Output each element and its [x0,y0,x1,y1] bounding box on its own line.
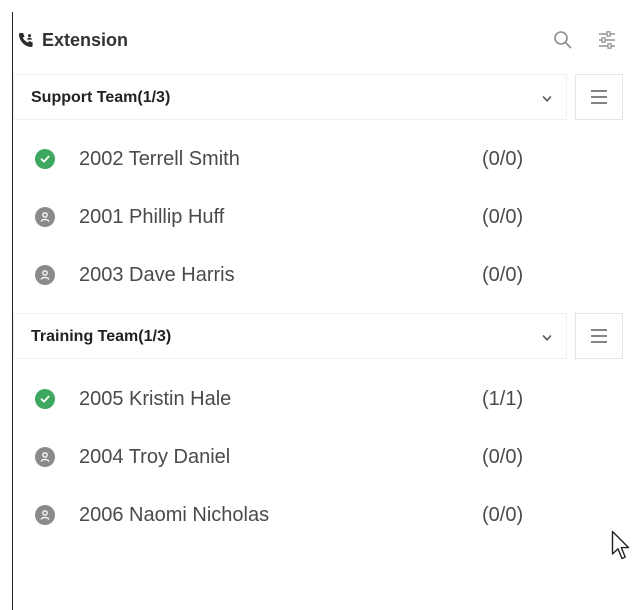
chevron-down-icon[interactable] [540,92,554,106]
chevron-down-icon[interactable] [540,331,554,345]
member-call-count: (0/0) [482,504,524,526]
offline-user-icon [35,447,55,467]
list-item[interactable]: 2005 Kristin Hale (1/1) [13,370,567,428]
group-header-support-team[interactable]: Support Team(1/3) [13,74,567,120]
search-icon [554,31,572,49]
group-title: Training Team(1/3) [31,328,172,345]
member-name: 2005 Kristin Hale [79,388,232,410]
group-menu-button[interactable] [575,313,623,359]
menu-icon [591,90,607,104]
mouse-cursor-icon [611,530,630,560]
header-title: Extension [42,30,129,50]
member-name: 2006 Naomi Nicholas [79,504,270,526]
list-item[interactable]: 2006 Naomi Nicholas (0/0) [13,486,567,544]
filter-sliders-icon [599,31,615,49]
member-call-count: (0/0) [482,148,524,170]
member-call-count: (0/0) [482,264,524,286]
online-status-icon [35,149,55,169]
member-name: 2002 Terrell Smith [79,148,240,170]
list-item[interactable]: 2003 Dave Harris (0/0) [13,246,567,304]
list-item[interactable]: 2004 Troy Daniel (0/0) [13,428,567,486]
member-call-count: (0/0) [482,446,524,468]
menu-icon [591,329,607,343]
extension-panel: Extension Support Team(1/3) 2002 Terrell… [0,0,636,610]
group-title: Support Team(1/3) [31,89,171,106]
member-name: 2001 Phillip Huff [79,206,225,228]
panel-header: Extension [13,20,633,60]
group-header-training-team[interactable]: Training Team(1/3) [13,313,567,359]
member-call-count: (1/1) [482,388,524,410]
list-item[interactable]: 2002 Terrell Smith (0/0) [13,130,567,188]
search-button[interactable] [551,28,575,52]
member-call-count: (0/0) [482,206,524,228]
offline-user-icon [35,505,55,525]
member-name: 2004 Troy Daniel [79,446,231,468]
group-menu-button[interactable] [575,74,623,120]
offline-user-icon [35,265,55,285]
phone-contacts-icon [19,33,33,47]
member-name: 2003 Dave Harris [79,264,235,286]
list-item[interactable]: 2001 Phillip Huff (0/0) [13,188,567,246]
online-status-icon [35,389,55,409]
filter-settings-button[interactable] [595,28,619,52]
offline-user-icon [35,207,55,227]
